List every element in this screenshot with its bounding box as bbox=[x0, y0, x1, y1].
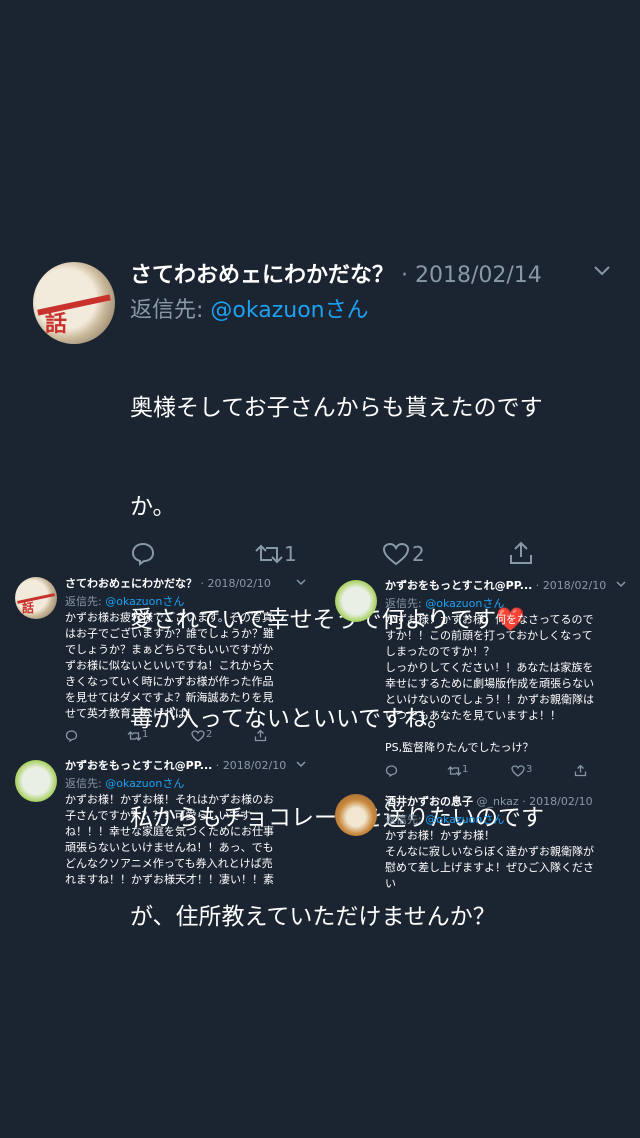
chevron-down-icon[interactable] bbox=[592, 264, 612, 278]
tweet-body: かずお様お疲れ様でございます。その写真 はお子でございますか？誰でしょうか？雖 … bbox=[65, 611, 274, 720]
heart-icon[interactable] bbox=[511, 765, 525, 777]
avatar[interactable] bbox=[15, 760, 57, 802]
tweet-header: さてわおめェにわかだな？ · 2018/02/10 bbox=[65, 577, 271, 590]
display-name[interactable]: かずおをもっとすこれ@PP... bbox=[385, 579, 532, 592]
reply-tweet[interactable]: かずおをもっとすこれ@PP... · 2018/02/10 返信先: @okaz… bbox=[0, 754, 320, 894]
reply-handle[interactable]: @okazuonさん bbox=[105, 777, 184, 790]
heart-icon[interactable] bbox=[382, 542, 410, 566]
share-icon[interactable] bbox=[508, 540, 534, 566]
tweet-date[interactable]: 2018/02/10 bbox=[208, 577, 271, 590]
display-name[interactable]: 酒井かずおの息子 bbox=[385, 795, 473, 808]
reply-to: 返信先: @okazuonさん bbox=[385, 597, 505, 610]
tweet-body: かずお様！かずお様！ そんなに寂しいならぼく達かずお親衛隊が 慰めて差し上げます… bbox=[385, 829, 594, 890]
tweet-header: かずおをもっとすこれ@PP... · 2018/02/10 bbox=[65, 759, 287, 772]
reply-handle[interactable]: @okazuonさん bbox=[425, 813, 504, 826]
display-name[interactable]: さてわおめェにわかだな？ bbox=[65, 577, 197, 590]
tweet-body: かずお様！かずお様！何をなさってるので すか！！この前頭を打っておかしくなって … bbox=[385, 613, 595, 754]
tweet-date[interactable]: 2018/02/10 bbox=[223, 759, 286, 772]
avatar[interactable] bbox=[335, 794, 377, 836]
like-count: 2 bbox=[206, 729, 213, 740]
body-line: か。 bbox=[130, 494, 176, 520]
body-line: が、住所教えていただけませんか？ bbox=[130, 904, 496, 930]
tweet-date[interactable]: 2018/02/14 bbox=[415, 263, 542, 288]
reply-handle[interactable]: @okazuonさん bbox=[210, 298, 368, 323]
tweet-date[interactable]: 2018/02/10 bbox=[543, 579, 606, 592]
body-line: 奥様そしてお子さんからも貰えたのです bbox=[130, 395, 543, 421]
tweet-header: さてわおめェにわかだな？ · 2018/02/14 bbox=[130, 263, 542, 288]
reply-icon[interactable] bbox=[385, 765, 398, 777]
reply-handle[interactable]: @okazuonさん bbox=[425, 597, 504, 610]
avatar[interactable]: 話 bbox=[15, 577, 57, 619]
reply-handle[interactable]: @okazuonさん bbox=[105, 595, 184, 608]
reply-tweet[interactable]: 酒井かずおの息子 @_nkaz · 2018/02/10 返信先: @okazu… bbox=[320, 788, 640, 898]
reply-icon[interactable] bbox=[130, 542, 156, 566]
chevron-down-icon[interactable] bbox=[296, 578, 306, 586]
reply-prefix: 返信先: bbox=[130, 298, 204, 323]
tweet-date[interactable]: 2018/02/10 bbox=[529, 795, 592, 808]
heart-icon[interactable] bbox=[191, 730, 205, 742]
reply-to: 返信先: @okazuonさん bbox=[65, 595, 185, 608]
retweet-count: 1 bbox=[284, 542, 297, 566]
tweet-body: かずお様！かずお様！それはかずお様のお 子さんですか？？？？可愛らしいです ね！… bbox=[65, 793, 274, 886]
chevron-down-icon[interactable] bbox=[296, 760, 306, 768]
reply-icon[interactable] bbox=[65, 730, 78, 742]
reply-to: 返信先: @okazuonさん bbox=[65, 777, 185, 790]
like-count: 2 bbox=[412, 542, 425, 566]
retweet-icon[interactable] bbox=[254, 542, 284, 566]
avatar-logo-text: 話 bbox=[22, 601, 35, 615]
main-tweet[interactable]: 話 さてわおめェにわかだな？ · 2018/02/14 返信先: @okazuo… bbox=[0, 250, 640, 930]
retweet-icon[interactable] bbox=[127, 730, 142, 742]
reply-to: 返信先: @okazuonさん bbox=[130, 292, 369, 324]
tweet-header: 酒井かずおの息子 @_nkaz · 2018/02/10 bbox=[385, 795, 593, 808]
reply-to: 返信先: @okazuonさん bbox=[385, 813, 505, 826]
tweet-header: かずおをもっとすこれ@PP... · 2018/02/10 bbox=[385, 579, 607, 592]
display-name[interactable]: かずおをもっとすこれ@PP... bbox=[65, 759, 212, 772]
retweet-count: 1 bbox=[462, 764, 469, 775]
chevron-down-icon[interactable] bbox=[616, 580, 626, 588]
share-icon[interactable] bbox=[574, 764, 587, 777]
retweet-icon[interactable] bbox=[447, 765, 462, 777]
display-name[interactable]: さてわおめェにわかだな？ bbox=[130, 263, 394, 288]
retweet-count: 1 bbox=[142, 729, 149, 740]
reply-tweet[interactable]: かずおをもっとすこれ@PP... · 2018/02/10 返信先: @okaz… bbox=[320, 572, 640, 784]
reply-tweet[interactable]: 話 さてわおめェにわかだな？ · 2018/02/10 返信先: @okazuo… bbox=[0, 572, 320, 750]
avatar[interactable] bbox=[335, 580, 377, 622]
user-handle[interactable]: @_nkaz bbox=[477, 795, 519, 808]
share-icon[interactable] bbox=[254, 729, 267, 742]
avatar-logo-text: 話 bbox=[45, 312, 68, 337]
avatar[interactable]: 話 bbox=[33, 262, 115, 344]
like-count: 3 bbox=[526, 764, 533, 775]
